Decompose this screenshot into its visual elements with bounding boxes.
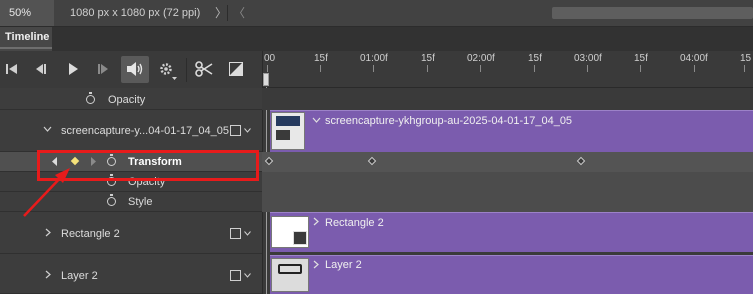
opacity-track (262, 172, 753, 192)
ruler-tick (640, 65, 641, 72)
doc-info-expand-icon[interactable]: 〉 (215, 0, 227, 26)
ruler-tick (480, 65, 481, 72)
ruler-tick (534, 65, 535, 72)
clip-name: screencapture-ykhgroup-au-2025-04-01-17_… (325, 115, 573, 127)
ruler-tick (587, 65, 588, 72)
annotation-arrow-icon (23, 168, 70, 217)
go-to-first-frame-icon[interactable] (6, 64, 18, 74)
ruler-tick (373, 65, 374, 72)
clip-name: Rectangle 2 (325, 217, 384, 229)
audio-icon (127, 62, 143, 76)
ruler-label: 15f (314, 53, 328, 64)
ruler-label: 00 (264, 53, 276, 64)
transition-icon[interactable] (229, 62, 243, 76)
ruler-tick (267, 65, 268, 72)
settings-gear-icon[interactable] (159, 62, 179, 80)
chevron-down-small-icon[interactable] (244, 273, 251, 278)
ruler-tick (427, 65, 428, 72)
stopwatch-icon[interactable] (86, 92, 95, 104)
toolbar-divider (186, 58, 187, 82)
ruler-label: 15f (421, 53, 435, 64)
previous-frame-icon[interactable] (35, 64, 47, 74)
next-frame-icon[interactable] (98, 64, 110, 74)
thumbnail-image (276, 130, 290, 140)
clip-name: Layer 2 (325, 259, 362, 271)
ruler-label: 15f (528, 53, 542, 64)
play-icon[interactable] (68, 63, 79, 75)
chevron-right-icon[interactable] (45, 228, 51, 237)
ruler-label: 02:00f (467, 53, 495, 64)
shape-layer-icon (293, 231, 307, 245)
scroll-left-icon[interactable]: 〈 (233, 0, 245, 26)
film-strip-icon[interactable] (230, 228, 241, 239)
ruler-label: 15 (740, 53, 752, 64)
layer-name: Rectangle 2 (61, 228, 120, 240)
ruler-tick (744, 65, 745, 72)
document-info: 1080 px x 1080 px (72 ppi) (70, 7, 201, 19)
film-strip-icon[interactable] (230, 270, 241, 281)
chevron-down-small-icon[interactable] (244, 231, 251, 236)
status-divider (227, 5, 228, 21)
thumbnail-image (278, 264, 302, 274)
film-strip-icon[interactable] (230, 125, 241, 136)
ruler-label: 15f (634, 53, 648, 64)
thumbnail-image (276, 116, 300, 126)
style-track (262, 192, 753, 212)
ruler-label: 03:00f (574, 53, 602, 64)
property-track (262, 88, 753, 110)
zoom-level-field[interactable]: 50% (0, 0, 54, 26)
split-at-playhead-icon[interactable] (195, 61, 213, 77)
chevron-down-icon[interactable] (312, 117, 321, 123)
chevron-down-small-icon[interactable] (244, 128, 251, 133)
ruler-tick (320, 65, 321, 72)
panel-tab-bar (0, 27, 753, 51)
ruler-label: 01:00f (360, 53, 388, 64)
tab-active-indicator (0, 47, 52, 49)
transform-track (262, 152, 753, 172)
chevron-right-icon[interactable] (313, 260, 319, 269)
stopwatch-icon[interactable] (107, 194, 116, 206)
chevron-right-icon[interactable] (313, 217, 319, 226)
chevron-right-icon[interactable] (45, 270, 51, 279)
property-label: Style (128, 196, 153, 208)
horizontal-scrollbar[interactable] (552, 7, 753, 19)
ruler-label: 04:00f (680, 53, 708, 64)
layer-row-layer-2[interactable] (0, 254, 262, 294)
chevron-down-icon[interactable] (43, 126, 52, 132)
property-label: Opacity (108, 94, 146, 106)
layer-name: Layer 2 (61, 270, 98, 282)
layer-name: screencapture-y...04-01-17_04_05 (61, 125, 229, 137)
ruler-tick (694, 65, 695, 72)
playhead[interactable] (263, 73, 269, 86)
